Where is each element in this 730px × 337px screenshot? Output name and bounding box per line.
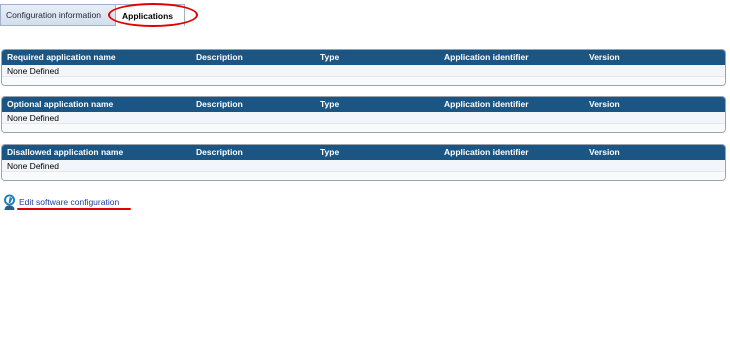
required-applications-table: Required application name Description Ty…: [1, 49, 726, 86]
column-header: Type: [320, 99, 340, 109]
red-underline-annotation: [17, 208, 131, 210]
optional-applications-table: Optional application name Description Ty…: [1, 96, 726, 133]
table-filler: [2, 77, 725, 85]
table-header: Optional application name Description Ty…: [2, 97, 725, 112]
tab-label: Configuration information: [6, 10, 101, 20]
column-header: Required application name: [7, 52, 116, 62]
table-row: None Defined: [2, 160, 725, 172]
column-header: Application identifier: [444, 52, 529, 62]
table-filler: [2, 124, 725, 132]
column-header: Application identifier: [444, 99, 529, 109]
tab-configuration-information[interactable]: Configuration information: [0, 4, 116, 26]
column-header: Type: [320, 147, 340, 157]
table-row: None Defined: [2, 65, 725, 77]
page: Configuration information Applications R…: [0, 0, 730, 337]
edit-software-configuration-link[interactable]: Edit software configuration: [19, 197, 119, 207]
column-header: Description: [196, 52, 243, 62]
column-header: Version: [589, 147, 620, 157]
table-row: None Defined: [2, 112, 725, 124]
column-header: Optional application name: [7, 99, 114, 109]
column-header: Application identifier: [444, 147, 529, 157]
edit-person-icon: [4, 194, 15, 210]
tab-applications[interactable]: Applications: [115, 4, 185, 26]
table-header: Required application name Description Ty…: [2, 50, 725, 65]
disallowed-applications-table: Disallowed application name Description …: [1, 144, 726, 181]
column-header: Version: [589, 52, 620, 62]
table-header: Disallowed application name Description …: [2, 145, 725, 160]
column-header: Disallowed application name: [7, 147, 124, 157]
column-header: Version: [589, 99, 620, 109]
tab-label: Applications: [122, 10, 174, 21]
column-header: Type: [320, 52, 340, 62]
tab-bar: Configuration information Applications: [0, 4, 730, 26]
column-header: Description: [196, 147, 243, 157]
table-filler: [2, 172, 725, 180]
column-header: Description: [196, 99, 243, 109]
